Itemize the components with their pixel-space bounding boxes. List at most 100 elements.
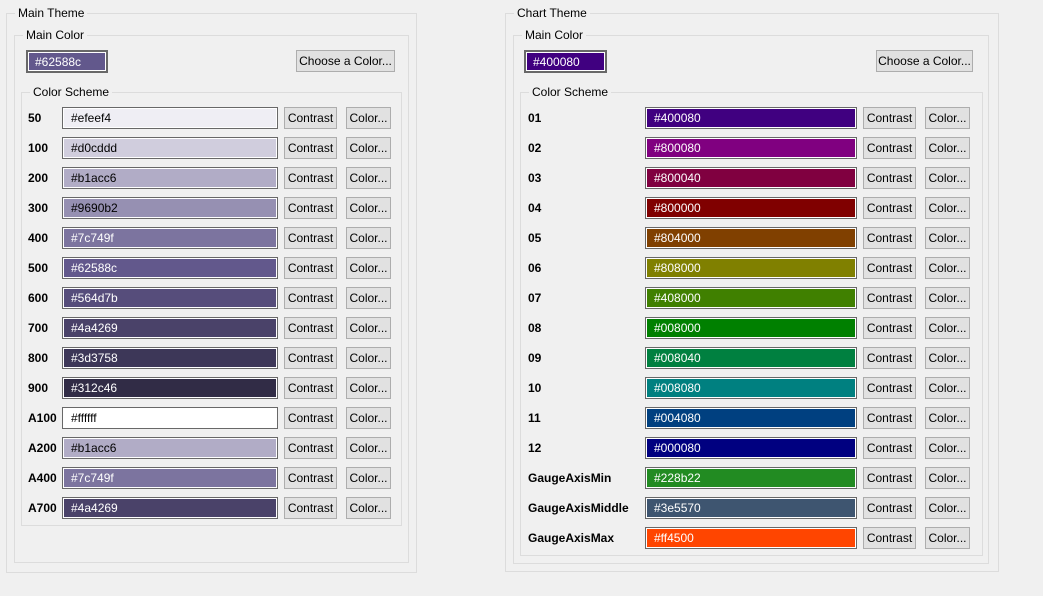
color-scheme-row: GaugeAxisMiddle #3e5570 Contrast Color..… <box>528 497 982 519</box>
color-button[interactable]: Color... <box>346 407 391 429</box>
color-button[interactable]: Color... <box>925 377 970 399</box>
contrast-button[interactable]: Contrast <box>863 257 916 279</box>
scheme-key-label: 300 <box>28 201 62 215</box>
color-button[interactable]: Color... <box>925 167 970 189</box>
main-theme-group: Main Theme Main Color #62588c Choose a C… <box>6 13 417 573</box>
color-button[interactable]: Color... <box>925 437 970 459</box>
color-button[interactable]: Color... <box>346 377 391 399</box>
color-swatch: #4a4269 <box>62 497 278 519</box>
contrast-button[interactable]: Contrast <box>284 497 337 519</box>
color-hex-value: #efeef4 <box>71 111 111 125</box>
color-hex-value: #312c46 <box>71 381 117 395</box>
color-scheme-row: 900 #312c46 Contrast Color... <box>28 377 401 399</box>
contrast-button[interactable]: Contrast <box>284 167 337 189</box>
contrast-button[interactable]: Contrast <box>863 467 916 489</box>
color-button[interactable]: Color... <box>346 107 391 129</box>
color-button[interactable]: Color... <box>925 227 970 249</box>
color-button[interactable]: Color... <box>925 197 970 219</box>
scheme-key-label: 900 <box>28 381 62 395</box>
color-button[interactable]: Color... <box>346 317 391 339</box>
contrast-button[interactable]: Contrast <box>863 527 916 549</box>
color-button[interactable]: Color... <box>346 197 391 219</box>
main-theme-choose-color-button[interactable]: Choose a Color... <box>296 50 395 72</box>
color-button[interactable]: Color... <box>346 347 391 369</box>
color-scheme-row: 02 #800080 Contrast Color... <box>528 137 982 159</box>
color-swatch: #9690b2 <box>62 197 278 219</box>
color-hex-value: #008000 <box>654 321 701 335</box>
color-button[interactable]: Color... <box>925 467 970 489</box>
scheme-key-label: A400 <box>28 471 62 485</box>
contrast-button[interactable]: Contrast <box>284 317 337 339</box>
main-theme-title: Main Theme <box>15 6 87 21</box>
contrast-button[interactable]: Contrast <box>284 257 337 279</box>
chart-theme-group: Chart Theme Main Color #400080 Choose a … <box>505 13 999 572</box>
color-scheme-row: A700 #4a4269 Contrast Color... <box>28 497 401 519</box>
color-button[interactable]: Color... <box>925 137 970 159</box>
contrast-button[interactable]: Contrast <box>284 347 337 369</box>
color-swatch: #000080 <box>645 437 857 459</box>
color-button[interactable]: Color... <box>346 497 391 519</box>
contrast-button[interactable]: Contrast <box>284 107 337 129</box>
contrast-button[interactable]: Contrast <box>863 377 916 399</box>
contrast-button[interactable]: Contrast <box>863 197 916 219</box>
contrast-button[interactable]: Contrast <box>284 197 337 219</box>
color-button[interactable]: Color... <box>346 167 391 189</box>
color-swatch: #ff4500 <box>645 527 857 549</box>
color-button[interactable]: Color... <box>346 227 391 249</box>
contrast-button[interactable]: Contrast <box>863 287 916 309</box>
contrast-button[interactable]: Contrast <box>284 137 337 159</box>
chart-theme-main-color-group: Main Color #400080 Choose a Color... Col… <box>513 35 989 564</box>
color-button[interactable]: Color... <box>925 317 970 339</box>
main-theme-main-color-group: Main Color #62588c Choose a Color... Col… <box>14 35 409 563</box>
color-hex-value: #62588c <box>71 261 117 275</box>
color-button[interactable]: Color... <box>925 497 970 519</box>
chart-theme-color-scheme-group: Color Scheme 01 #400080 Contrast Color..… <box>520 92 983 556</box>
contrast-button[interactable]: Contrast <box>863 137 916 159</box>
contrast-button[interactable]: Contrast <box>284 437 337 459</box>
scheme-key-label: 12 <box>528 441 645 455</box>
color-scheme-row: 04 #800000 Contrast Color... <box>528 197 982 219</box>
contrast-button[interactable]: Contrast <box>863 227 916 249</box>
color-button[interactable]: Color... <box>925 287 970 309</box>
scheme-key-label: A200 <box>28 441 62 455</box>
color-hex-value: #228b22 <box>654 471 701 485</box>
color-button[interactable]: Color... <box>925 347 970 369</box>
color-button[interactable]: Color... <box>925 407 970 429</box>
color-scheme-row: A400 #7c749f Contrast Color... <box>28 467 401 489</box>
color-scheme-row: 800 #3d3758 Contrast Color... <box>28 347 401 369</box>
contrast-button[interactable]: Contrast <box>284 287 337 309</box>
chart-theme-main-color-swatch: #400080 <box>524 50 607 73</box>
contrast-button[interactable]: Contrast <box>284 407 337 429</box>
color-swatch: #3d3758 <box>62 347 278 369</box>
color-button[interactable]: Color... <box>346 467 391 489</box>
contrast-button[interactable]: Contrast <box>863 407 916 429</box>
scheme-key-label: 08 <box>528 321 645 335</box>
color-hex-value: #4a4269 <box>71 501 118 515</box>
contrast-button[interactable]: Contrast <box>284 227 337 249</box>
color-button[interactable]: Color... <box>346 287 391 309</box>
contrast-button[interactable]: Contrast <box>863 167 916 189</box>
color-button[interactable]: Color... <box>346 137 391 159</box>
contrast-button[interactable]: Contrast <box>863 347 916 369</box>
color-swatch: #7c749f <box>62 227 278 249</box>
color-button[interactable]: Color... <box>346 437 391 459</box>
color-button[interactable]: Color... <box>925 107 970 129</box>
color-hex-value: #808000 <box>654 261 701 275</box>
contrast-button[interactable]: Contrast <box>863 317 916 339</box>
color-button[interactable]: Color... <box>925 257 970 279</box>
chart-theme-scheme-rows: 01 #400080 Contrast Color... 02 #800080 … <box>528 107 982 557</box>
color-swatch: #4a4269 <box>62 317 278 339</box>
color-button[interactable]: Color... <box>346 257 391 279</box>
chart-theme-choose-color-button[interactable]: Choose a Color... <box>876 50 973 72</box>
color-button[interactable]: Color... <box>925 527 970 549</box>
contrast-button[interactable]: Contrast <box>863 497 916 519</box>
contrast-button[interactable]: Contrast <box>284 467 337 489</box>
contrast-button[interactable]: Contrast <box>284 377 337 399</box>
contrast-button[interactable]: Contrast <box>863 107 916 129</box>
scheme-key-label: 200 <box>28 171 62 185</box>
color-hex-value: #408000 <box>654 291 701 305</box>
color-swatch: #b1acc6 <box>62 167 278 189</box>
contrast-button[interactable]: Contrast <box>863 437 916 459</box>
color-hex-value: #4a4269 <box>71 321 118 335</box>
scheme-key-label: GaugeAxisMiddle <box>528 501 645 515</box>
